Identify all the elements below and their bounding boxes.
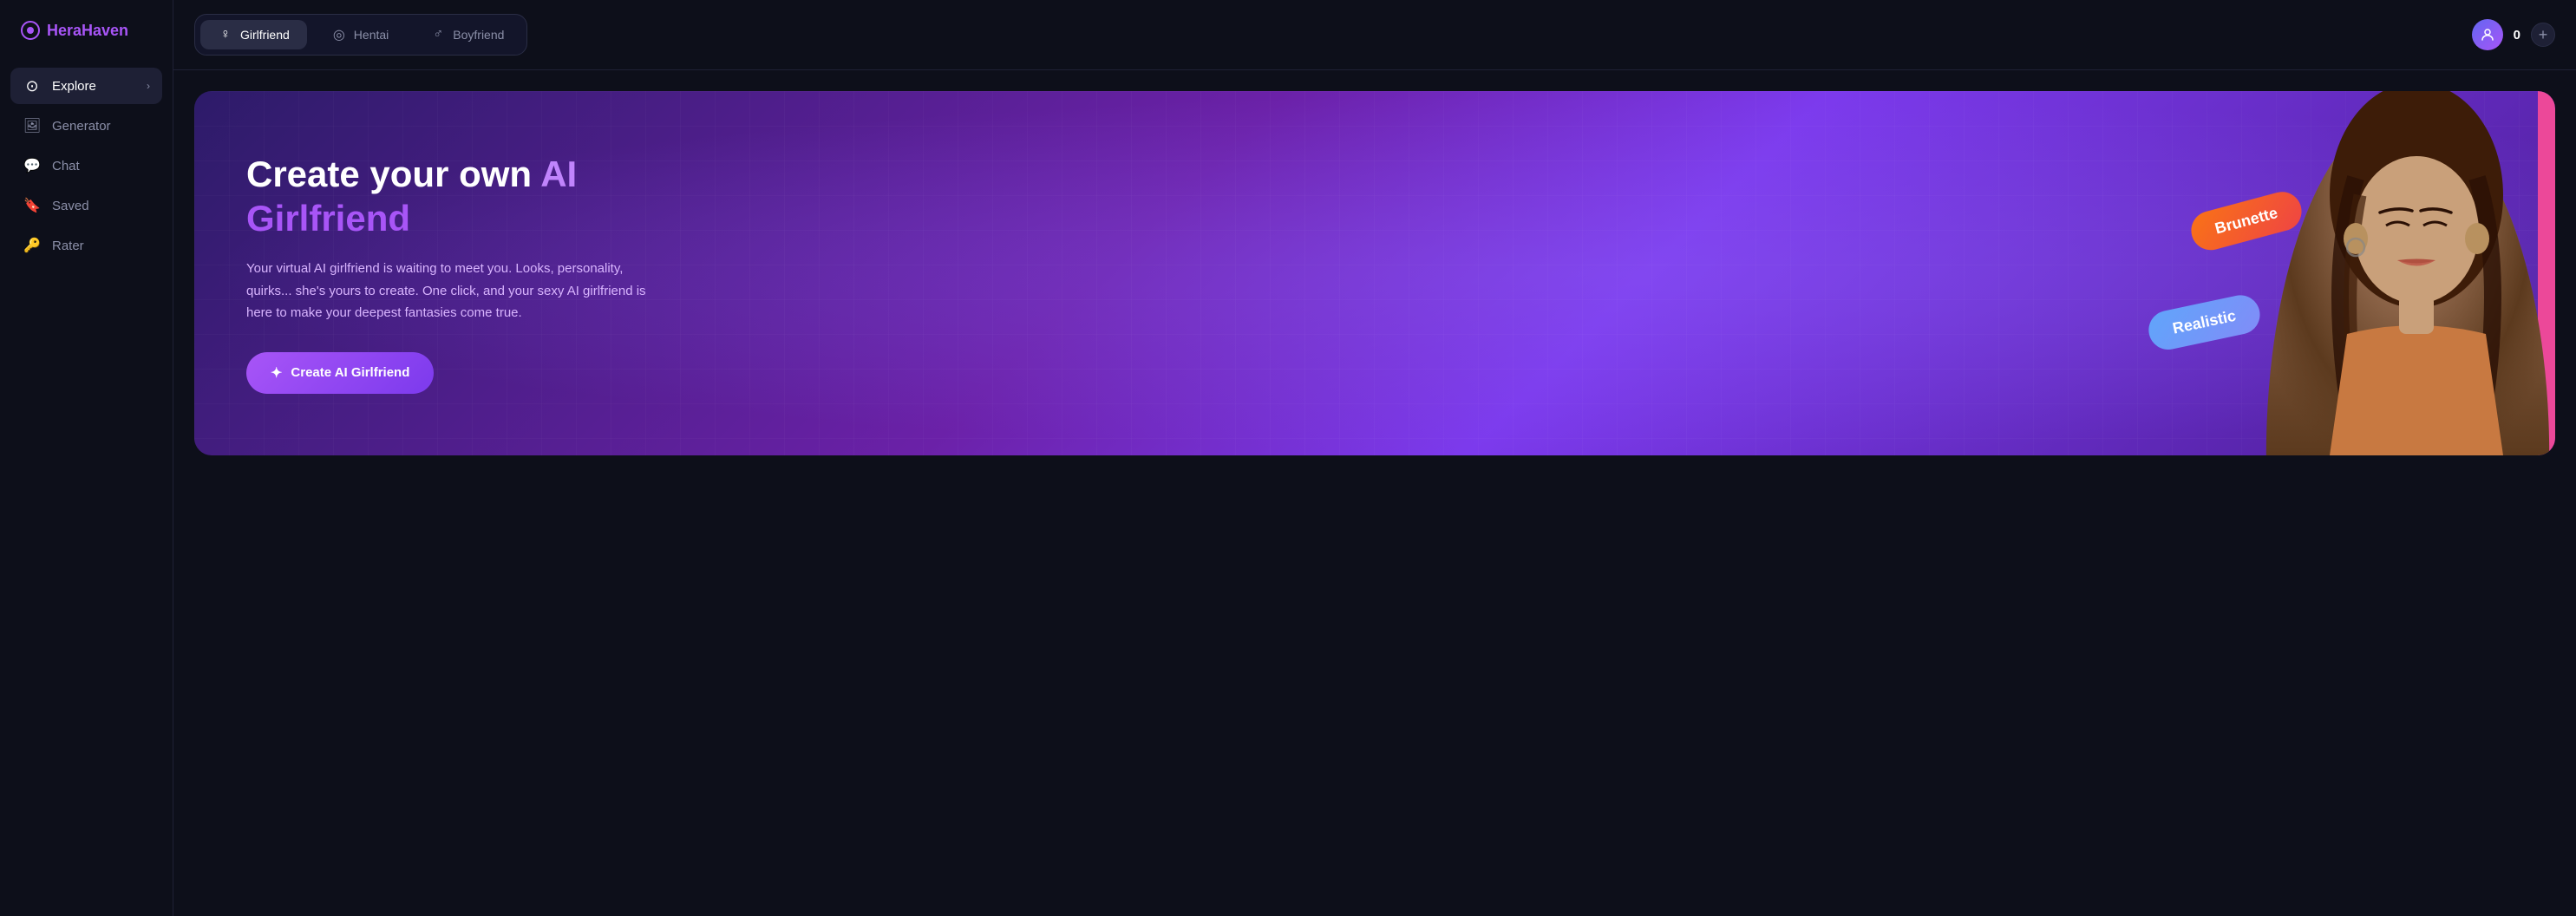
hero-banner: Create your own AI Girlfriend Your virtu… <box>194 91 2555 455</box>
category-tabs: Girlfriend Hentai Boyfriend <box>194 14 527 56</box>
sidebar-label-explore: Explore <box>52 79 96 94</box>
hero-description: Your virtual AI girlfriend is waiting to… <box>246 258 663 324</box>
logo-text: HeraHaven <box>47 22 128 40</box>
sidebar-label-rater: Rater <box>52 239 84 253</box>
tab-label-girlfriend: Girlfriend <box>240 28 290 42</box>
tab-label-hentai: Hentai <box>354 28 389 42</box>
user-avatar[interactable] <box>2472 19 2503 50</box>
hero-girl-svg <box>2278 91 2555 455</box>
sidebar-item-saved[interactable]: Saved <box>10 187 162 224</box>
hentai-icon <box>331 27 347 43</box>
hero-content: Create your own AI Girlfriend Your virtu… <box>194 101 715 445</box>
hero-image-area <box>2260 91 2555 455</box>
hero-title-part1: Create your own <box>246 154 540 194</box>
add-tokens-button[interactable]: + <box>2531 23 2555 47</box>
sidebar-label-saved: Saved <box>52 199 89 213</box>
logo: HeraHaven <box>0 21 173 68</box>
tab-girlfriend[interactable]: Girlfriend <box>200 20 307 49</box>
topbar-right: 0 + <box>2472 19 2555 50</box>
sidebar-item-chat[interactable]: Chat <box>10 147 162 184</box>
create-girlfriend-button[interactable]: Create AI Girlfriend <box>246 352 434 394</box>
sidebar: HeraHaven Explore › Generator Chat Saved… <box>0 0 173 916</box>
sidebar-nav: Explore › Generator Chat Saved Rater <box>0 68 173 264</box>
sidebar-item-rater[interactable]: Rater <box>10 227 162 264</box>
main-content: Girlfriend Hentai Boyfriend 0 + <box>173 0 2576 916</box>
rater-icon <box>23 236 42 255</box>
sidebar-item-generator[interactable]: Generator <box>10 108 162 144</box>
male-icon <box>430 27 446 43</box>
chat-icon <box>23 156 42 175</box>
logo-icon <box>21 21 40 40</box>
sidebar-label-generator: Generator <box>52 119 111 134</box>
female-icon <box>218 27 233 43</box>
sidebar-item-explore[interactable]: Explore › <box>10 68 162 104</box>
hero-title-highlight: AI <box>540 154 577 194</box>
token-count: 0 <box>2514 28 2520 43</box>
tab-hentai[interactable]: Hentai <box>314 20 406 49</box>
content-area: Create your own AI Girlfriend Your virtu… <box>173 70 2576 916</box>
tab-boyfriend[interactable]: Boyfriend <box>413 20 521 49</box>
tab-label-boyfriend: Boyfriend <box>453 28 504 42</box>
sidebar-label-chat: Chat <box>52 159 80 173</box>
topbar: Girlfriend Hentai Boyfriend 0 + <box>173 0 2576 70</box>
chevron-right-icon: › <box>147 80 150 92</box>
create-btn-label: Create AI Girlfriend <box>291 365 409 380</box>
floating-tags: Brunette Realistic <box>2165 208 2278 338</box>
generator-icon <box>23 116 42 135</box>
saved-icon <box>23 196 42 215</box>
explore-icon <box>23 76 42 95</box>
hero-title-girlfriend: Girlfriend <box>246 198 410 239</box>
wand-icon <box>271 364 282 382</box>
hero-title: Create your own AI Girlfriend <box>246 153 663 240</box>
